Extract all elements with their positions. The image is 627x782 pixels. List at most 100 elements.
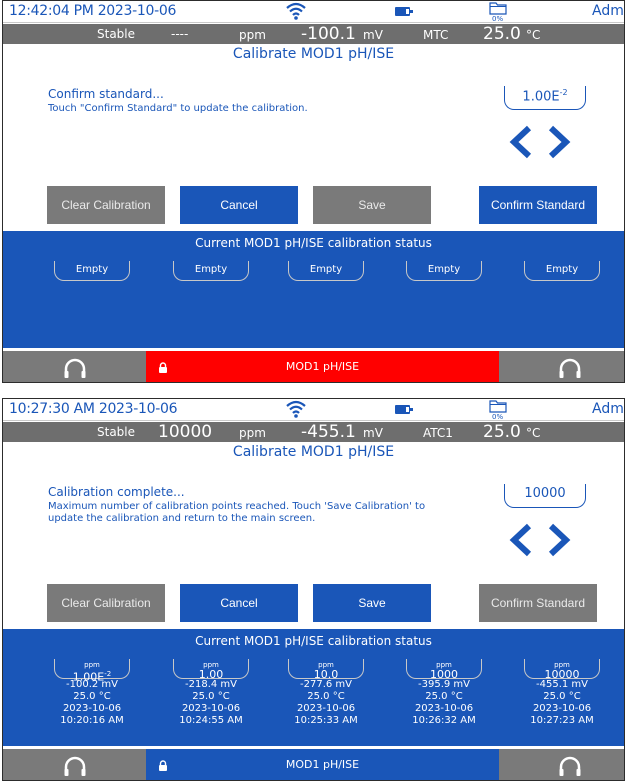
standard-selector — [507, 523, 577, 557]
probe-status-tab[interactable]: MOD1 pH/ISE — [146, 351, 499, 382]
stability-status: Stable — [97, 425, 136, 439]
folder-icon[interactable] — [489, 1, 507, 15]
storage-percent: 0% — [492, 413, 504, 421]
point-time: 10:25:33 AM — [294, 715, 358, 726]
point-mv: -455.1 mV — [536, 679, 588, 690]
battery-icon — [395, 405, 413, 414]
slot-label: Empty — [406, 261, 482, 281]
calibration-point: ppm 1.00E-2 -100.2 mV 25.0 °C 2023-10-06… — [54, 659, 130, 727]
wifi-icon — [286, 400, 306, 418]
point-temp: 25.0 °C — [192, 691, 230, 702]
mv-value: -100.1 — [301, 24, 356, 44]
calibration-status-title: Current MOD1 pH/ISE calibration status — [195, 236, 432, 250]
mv-unit: mV — [363, 28, 383, 42]
calibration-point: ppm 1000 -395.9 mV 25.0 °C 2023-10-06 10… — [406, 659, 482, 727]
calibration-point: ppm 10.0 -277.6 mV 25.0 °C 2023-10-06 10… — [288, 659, 364, 727]
slot-label: Empty — [524, 261, 600, 281]
prompt-instructions: Maximum number of calibration points rea… — [48, 501, 426, 524]
temp-compensation: ATC1 — [423, 426, 453, 440]
point-date: 2023-10-06 — [181, 703, 241, 714]
folder-icon[interactable] — [489, 399, 507, 413]
prompt-heading: Confirm standard... — [48, 87, 164, 101]
calibration-slot: Empty — [406, 261, 482, 281]
cancel-button[interactable]: Cancel — [180, 584, 298, 622]
calibration-status-title: Current MOD1 pH/ISE calibration status — [195, 634, 432, 648]
point-time: 10:26:32 AM — [412, 715, 476, 726]
standard-exponent: -2 — [559, 88, 568, 97]
standard-base: 1.00E — [522, 89, 560, 105]
standard-value-box[interactable]: 1.00E-2 — [504, 86, 586, 110]
clock: 10:27:30 AM 2023-10-06 — [9, 401, 178, 417]
page-title: Calibrate MOD1 pH/ISE — [232, 46, 395, 62]
point-temp: 25.0 °C — [73, 691, 111, 702]
standard-value-box[interactable]: 10000 — [504, 484, 586, 508]
point-mv: -277.6 mV — [300, 679, 352, 690]
save-button[interactable]: Save — [313, 186, 431, 224]
calibration-screen-confirm: 12:42:04 PM 2023-10-06 0% Admin Stable -… — [2, 0, 625, 383]
chevron-right-icon[interactable] — [545, 523, 573, 557]
point-standard: ppm 1.00E-2 — [54, 659, 130, 683]
point-date: 2023-10-06 — [532, 703, 592, 714]
point-date: 2023-10-06 — [414, 703, 474, 714]
point-date: 2023-10-06 — [296, 703, 356, 714]
point-standard: ppm 10.0 — [288, 659, 364, 680]
point-date: 2023-10-06 — [62, 703, 122, 714]
point-time: 10:24:55 AM — [179, 715, 243, 726]
calibration-status-panel: Current MOD1 pH/ISE calibration status E… — [3, 231, 624, 348]
reading-bar: Stable ---- ppm -100.1 mV MTC 25.0 °C — [3, 24, 624, 44]
point-time: 10:20:16 AM — [60, 715, 124, 726]
concentration-value: 10000 — [158, 422, 213, 442]
slot-label: Empty — [173, 261, 249, 281]
headphone-icon[interactable] — [63, 357, 87, 379]
save-button[interactable]: Save — [313, 584, 431, 622]
chevron-left-icon[interactable] — [507, 125, 535, 159]
concentration-value: ---- — [171, 27, 189, 41]
point-time: 10:27:23 AM — [530, 715, 594, 726]
calibration-slot: Empty — [173, 261, 249, 281]
point-temp: 25.0 °C — [307, 691, 345, 702]
clear-calibration-button[interactable]: Clear Calibration — [47, 584, 165, 622]
point-standard: ppm 1000 — [406, 659, 482, 680]
point-mv: -395.9 mV — [418, 679, 470, 690]
battery-icon — [395, 7, 413, 16]
concentration-unit: ppm — [239, 28, 266, 42]
user-name[interactable]: Admin — [592, 401, 624, 417]
clear-calibration-button[interactable]: Clear Calibration — [47, 186, 165, 224]
bottom-bar: MOD1 pH/ISE — [3, 749, 624, 780]
temp-compensation: MTC — [423, 28, 449, 42]
status-bar: 10:27:30 AM 2023-10-06 0% Admin — [3, 399, 624, 421]
prompt-instructions: Touch "Confirm Standard" to update the c… — [48, 103, 308, 114]
point-mv: -100.2 mV — [66, 679, 118, 690]
mv-value: -455.1 — [301, 422, 356, 442]
confirm-standard-button[interactable]: Confirm Standard — [479, 186, 597, 224]
point-unit: ppm — [84, 661, 100, 669]
confirm-standard-button[interactable]: Confirm Standard — [479, 584, 597, 622]
cancel-button[interactable]: Cancel — [180, 186, 298, 224]
temperature-value: 25.0 — [483, 422, 521, 442]
stability-status: Stable — [97, 27, 136, 41]
point-standard: ppm 10000 — [524, 659, 600, 680]
point-standard: ppm 1.00 — [173, 659, 249, 680]
chevron-right-icon[interactable] — [545, 125, 573, 159]
user-name[interactable]: Admin — [592, 3, 624, 19]
temperature-value: 25.0 — [483, 24, 521, 44]
slot-label: Empty — [54, 261, 130, 281]
headphone-icon[interactable] — [558, 755, 582, 777]
point-temp: 25.0 °C — [425, 691, 463, 702]
chevron-left-icon[interactable] — [507, 523, 535, 557]
temperature-unit: °C — [526, 426, 541, 440]
wifi-icon — [286, 2, 306, 20]
headphone-icon[interactable] — [63, 755, 87, 777]
point-temp: 25.0 °C — [543, 691, 581, 702]
headphone-icon[interactable] — [558, 357, 582, 379]
status-bar: 12:42:04 PM 2023-10-06 0% Admin — [3, 1, 624, 23]
temperature-unit: °C — [526, 28, 541, 42]
reading-bar: Stable 10000 ppm -455.1 mV ATC1 25.0 °C — [3, 422, 624, 442]
calibration-point: ppm 10000 -455.1 mV 25.0 °C 2023-10-06 1… — [524, 659, 600, 727]
prompt-heading: Calibration complete... — [48, 485, 185, 499]
calibration-point: ppm 1.00 -218.4 mV 25.0 °C 2023-10-06 10… — [173, 659, 249, 727]
calibration-screen-complete: 10:27:30 AM 2023-10-06 0% Admin Stable 1… — [2, 398, 625, 781]
calibration-status-panel: Current MOD1 pH/ISE calibration status p… — [3, 629, 624, 746]
probe-status-tab[interactable]: MOD1 pH/ISE — [146, 749, 499, 780]
storage-percent: 0% — [492, 15, 504, 23]
